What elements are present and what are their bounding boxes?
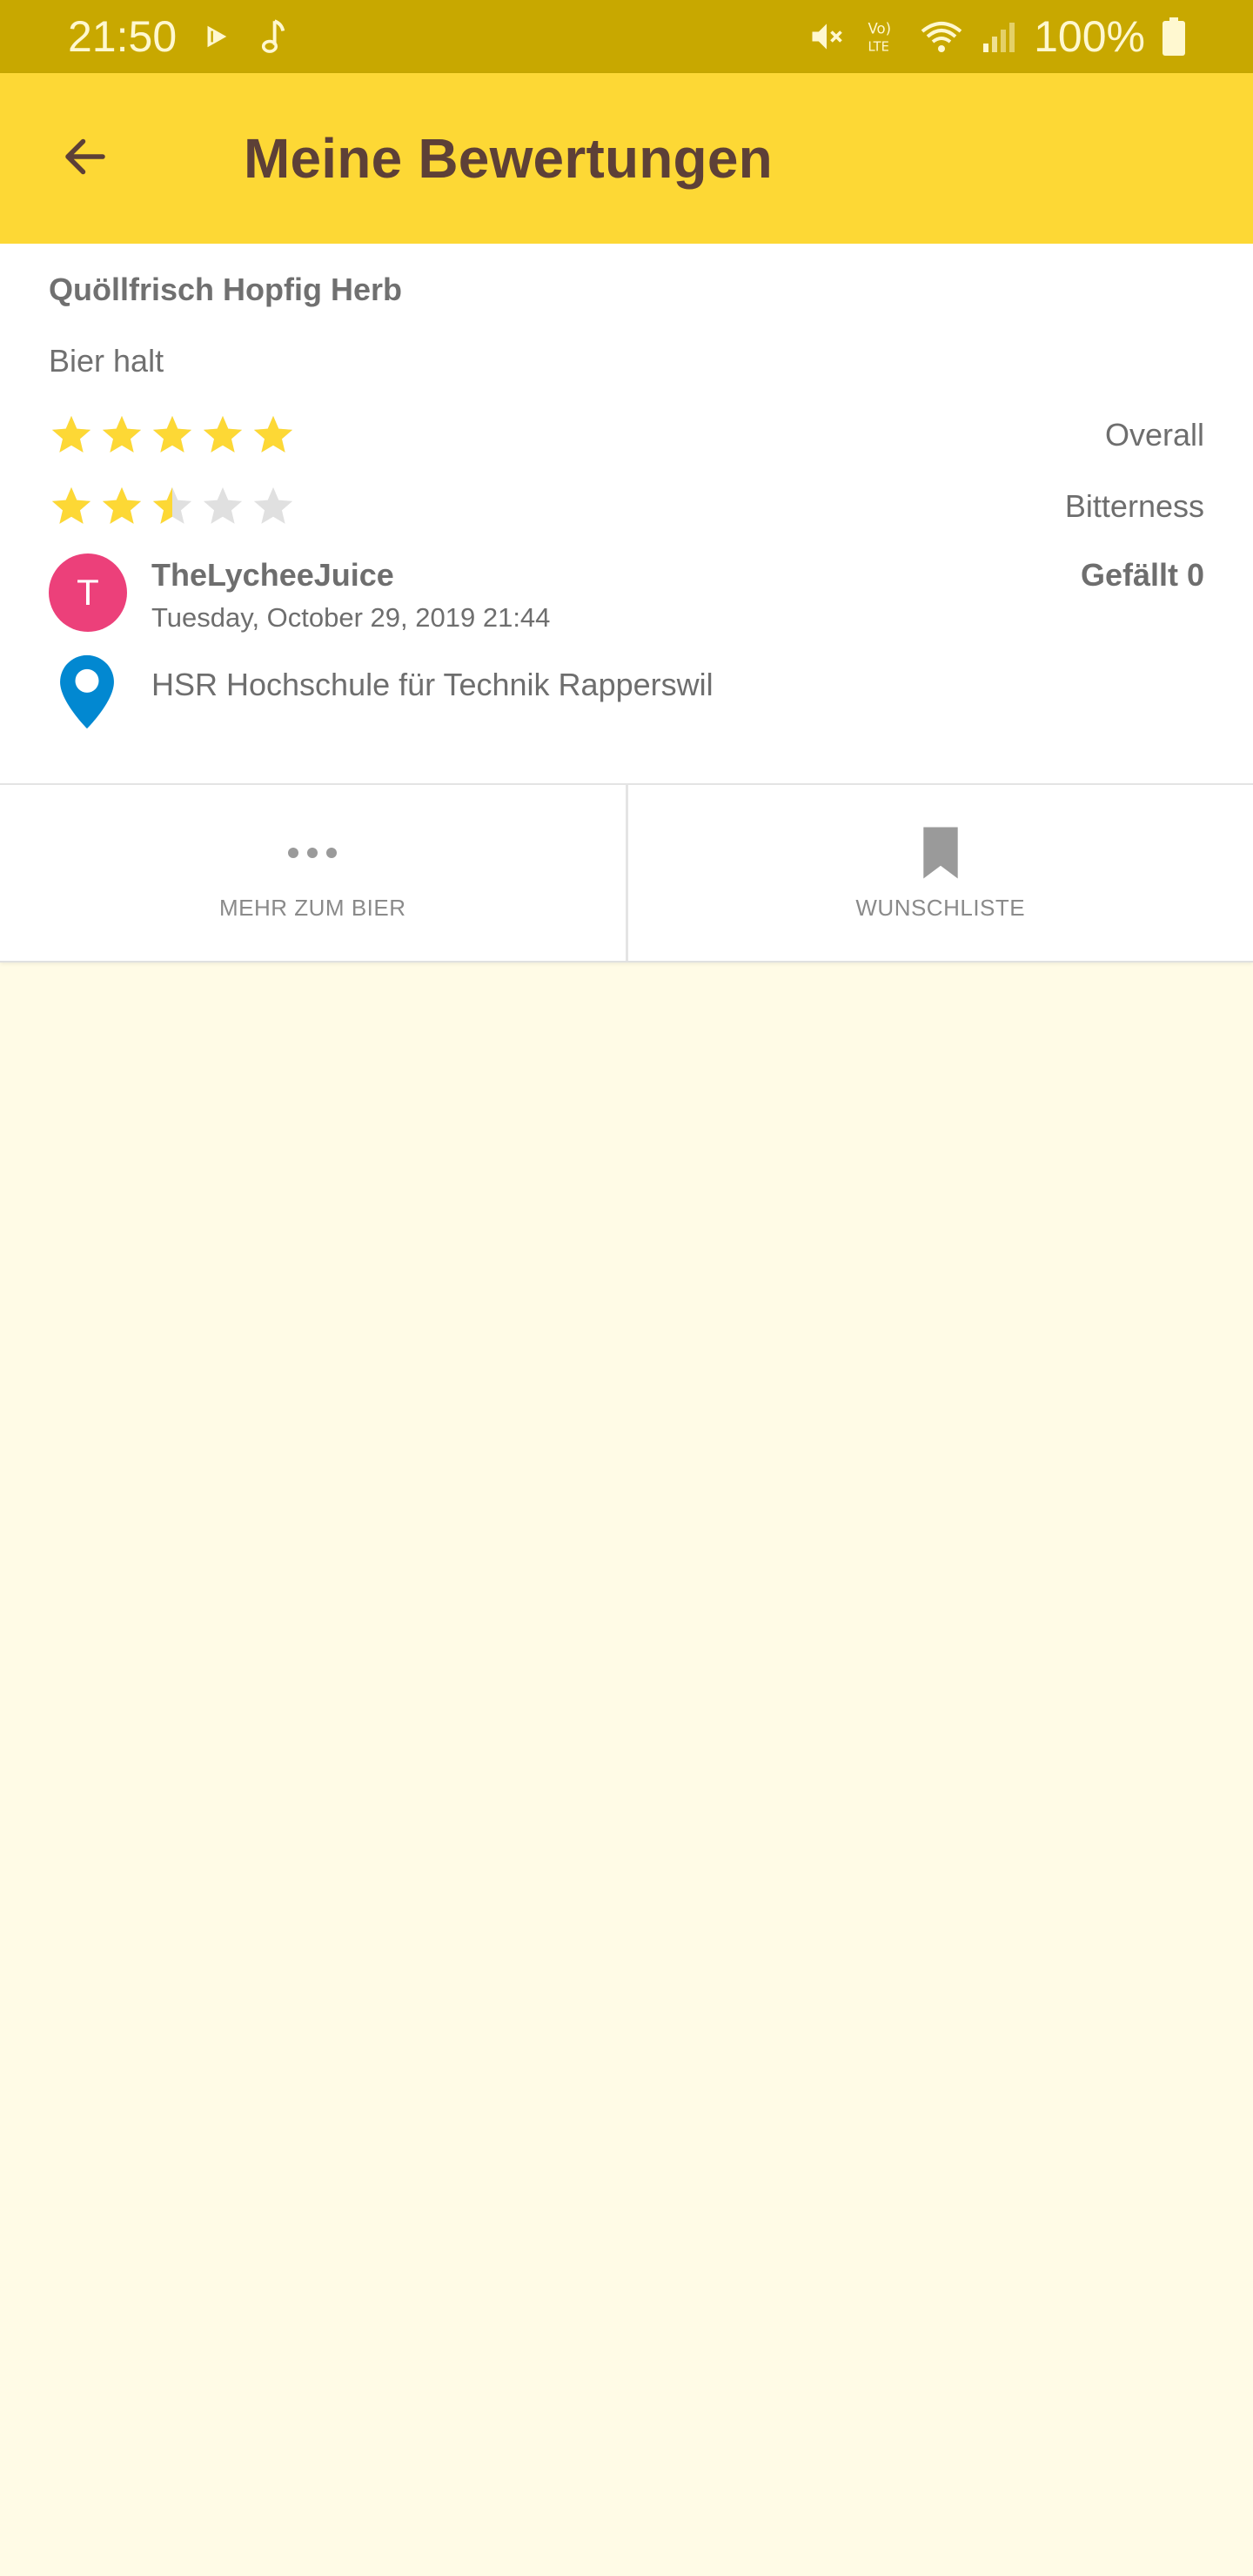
action-bar: MEHR ZUM BIER WUNSCHLISTE <box>0 783 1253 963</box>
arrow-left-icon <box>59 131 111 187</box>
star-icon <box>203 415 243 453</box>
star-icon <box>253 415 293 453</box>
review-timestamp: Tuesday, October 29, 2019 21:44 <box>151 602 551 633</box>
signal-icon <box>982 19 1016 54</box>
star-icon <box>102 415 142 453</box>
svg-text:LTE: LTE <box>868 40 889 55</box>
rating-row-overall: Overall <box>49 409 1204 461</box>
wishlist-label: WUNSCHLISTE <box>855 894 1026 921</box>
more-about-beer-button[interactable]: MEHR ZUM BIER <box>0 785 626 961</box>
star-icon <box>152 415 192 453</box>
author-name[interactable]: TheLycheeJuice <box>151 557 394 594</box>
app-bar: Meine Bewertungen <box>0 73 1253 244</box>
svg-text:Vo): Vo) <box>868 20 892 37</box>
location-name: HSR Hochschule für Technik Rapperswil <box>151 667 714 702</box>
wishlist-button[interactable]: WUNSCHLISTE <box>625 785 1253 961</box>
star-icon <box>203 486 243 524</box>
avatar[interactable]: T <box>49 553 127 632</box>
star-icon <box>102 486 142 524</box>
location-pin-icon <box>57 653 117 735</box>
star-icon <box>51 486 91 524</box>
status-bar: 21:50 Vo) LTE 100% <box>0 0 1253 73</box>
wifi-icon <box>919 17 964 56</box>
mute-icon <box>807 17 846 56</box>
status-time: 21:50 <box>68 12 178 61</box>
star-icon <box>51 415 91 453</box>
star-rating-bitterness <box>49 484 296 529</box>
rating-label-overall: Overall <box>1104 417 1204 453</box>
more-about-beer-label: MEHR ZUM BIER <box>219 894 406 921</box>
page-title: Meine Bewertungen <box>244 127 773 190</box>
star-rating-overall <box>49 413 296 458</box>
more-dots-icon <box>286 825 338 881</box>
music-note-icon <box>258 18 288 55</box>
review-card[interactable]: Quöllfrisch Hopfig Herb Bier halt Overal… <box>0 244 1253 783</box>
likes-count[interactable]: Gefällt 0 <box>1081 557 1204 594</box>
volte-icon: Vo) LTE <box>863 17 901 56</box>
rating-label-bitterness: Bitterness <box>1064 488 1204 524</box>
review-comment: Bier halt <box>49 343 164 379</box>
beer-name: Quöllfrisch Hopfig Herb <box>49 272 403 307</box>
play-store-icon <box>201 20 234 53</box>
star-icon <box>152 486 192 524</box>
battery-level: 100% <box>1034 12 1145 61</box>
star-icon <box>253 486 293 524</box>
back-button[interactable] <box>44 117 127 200</box>
author-row: T TheLycheeJuice Tuesday, October 29, 20… <box>49 553 1204 641</box>
battery-icon <box>1163 17 1185 56</box>
bookmark-icon <box>918 825 963 881</box>
rating-row-bitterness: Bitterness <box>49 480 1204 533</box>
location-row[interactable]: HSR Hochschule für Technik Rapperswil <box>49 653 1204 740</box>
